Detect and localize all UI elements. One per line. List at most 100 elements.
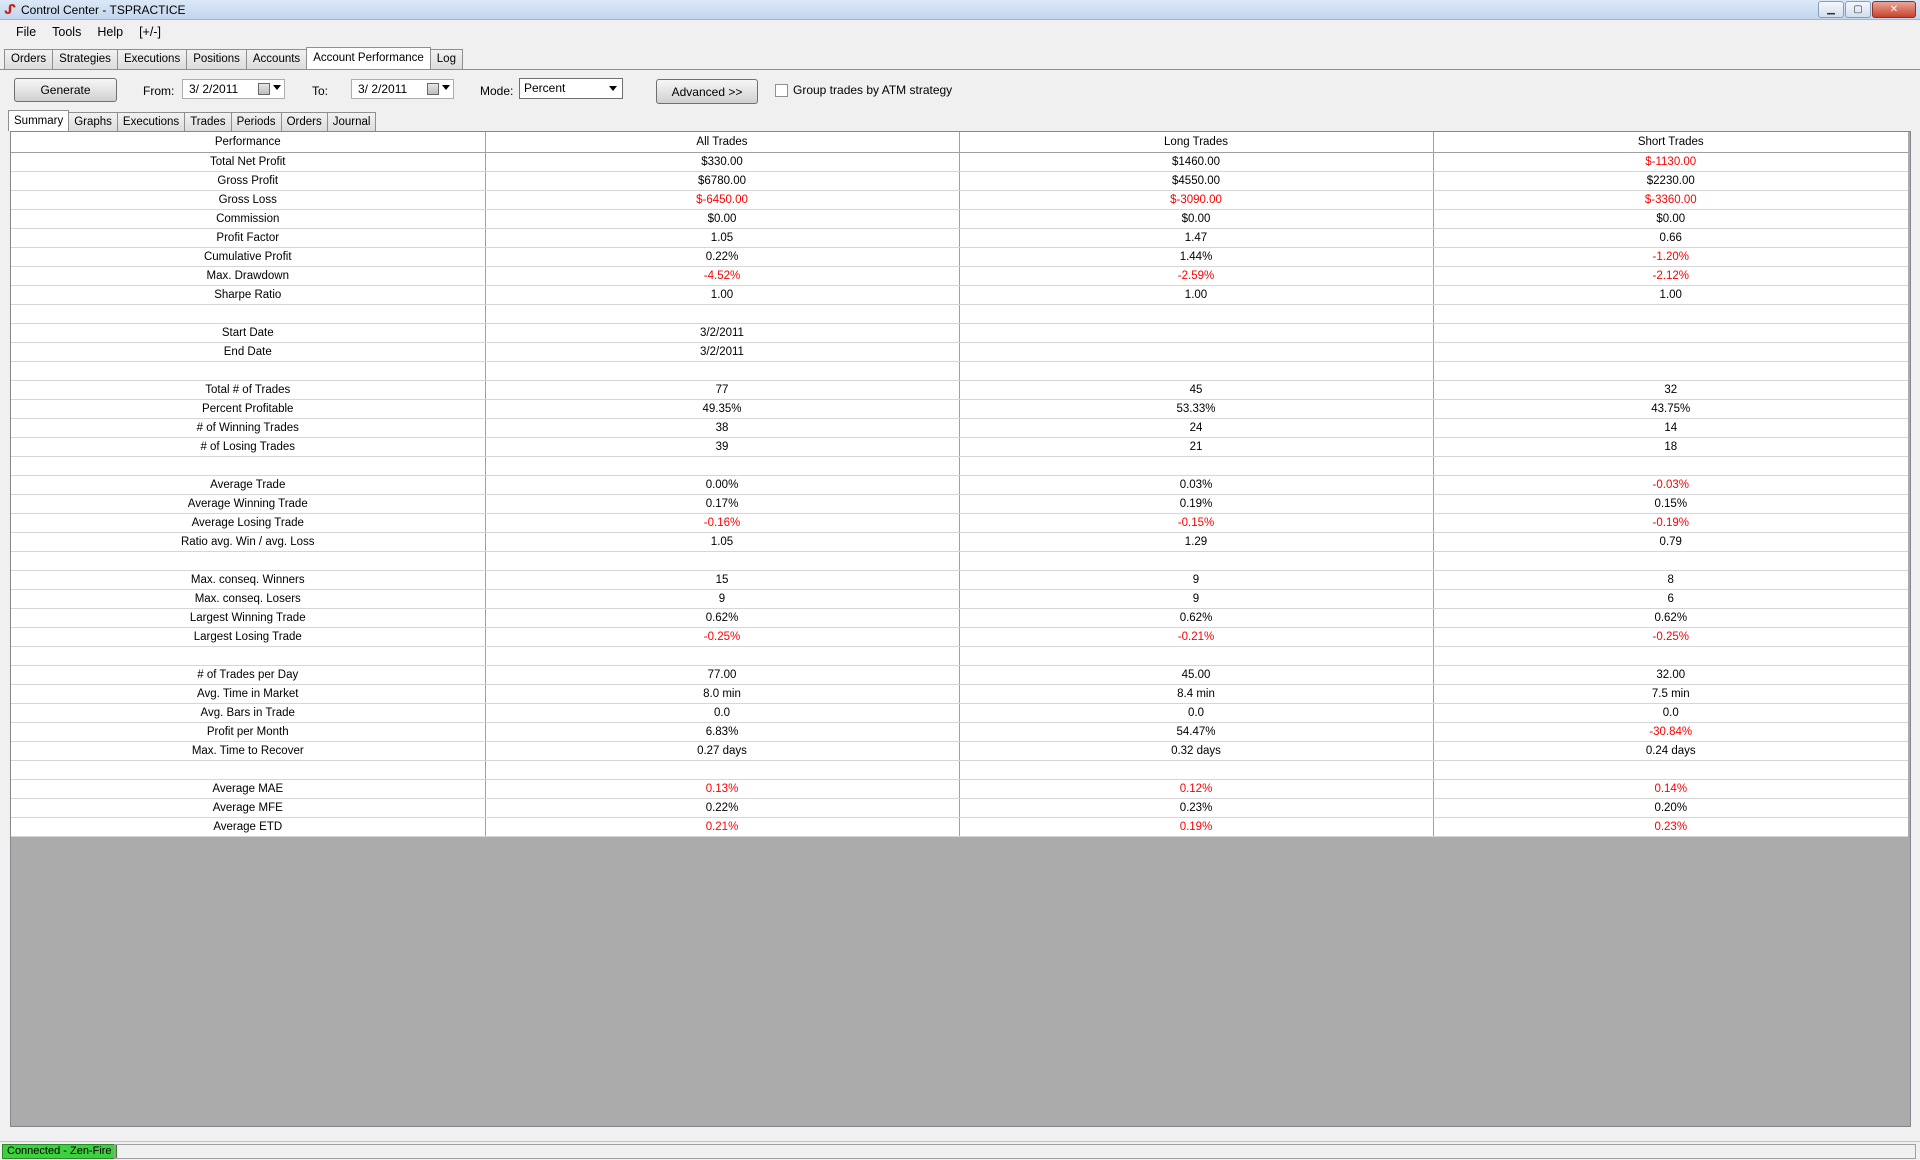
metric-label: Start Date (11, 323, 486, 343)
table-row[interactable]: Max. Time to Recover 0.27 days 0.32 days 0.… (11, 741, 1908, 761)
tab-log[interactable]: Log (429, 49, 463, 69)
tab-executions[interactable]: Executions (116, 49, 188, 69)
menu-tools[interactable]: Tools (44, 21, 89, 43)
menu-file[interactable]: File (8, 21, 44, 43)
metric-value: 32.00 (1433, 665, 1908, 685)
metric-label: Average MFE (11, 798, 486, 818)
table-row[interactable]: Ratio avg. Win / avg. Loss 1.05 1.29 0.79 (11, 532, 1908, 552)
tab-summary[interactable]: Summary (8, 110, 70, 131)
metric-value: $1460.00 (959, 152, 1434, 172)
metric-value (1433, 646, 1908, 666)
table-row[interactable]: Gross Loss $-6450.00 $-3090.00 $-3360.00 (11, 190, 1908, 210)
table-row[interactable] (11, 304, 1908, 324)
table-row[interactable]: Total Net Profit $330.00 $1460.00 $-1130.00 (11, 152, 1908, 172)
table-row[interactable]: Cumulative Profit 0.22% 1.44% -1.20% (11, 247, 1908, 267)
sub-tab-strip: Summary Graphs Executions Trades Periods… (8, 110, 377, 131)
mode-select[interactable]: Percent (519, 78, 623, 99)
metric-value: 0.12% (959, 779, 1434, 799)
table-row[interactable] (11, 361, 1908, 381)
generate-button[interactable]: Generate (14, 78, 117, 102)
metric-value: 0.0 (485, 703, 960, 723)
table-row[interactable]: Sharpe Ratio 1.00 1.00 1.00 (11, 285, 1908, 305)
tab-executions-sub[interactable]: Executions (116, 112, 186, 131)
tab-journal[interactable]: Journal (326, 112, 377, 131)
metric-value (485, 551, 960, 571)
close-icon[interactable]: ✕ (1872, 1, 1916, 18)
table-row[interactable]: Percent Profitable 49.35% 53.33% 43.75% (11, 399, 1908, 419)
chevron-down-icon[interactable] (273, 85, 281, 90)
calendar-icon[interactable] (427, 83, 439, 95)
column-header-all-trades[interactable]: All Trades (485, 132, 960, 153)
group-atm-checkbox[interactable] (775, 84, 788, 97)
maximize-icon[interactable]: ▢ (1845, 1, 1871, 18)
tab-orders-sub[interactable]: Orders (280, 112, 328, 131)
tab-account-performance[interactable]: Account Performance (306, 47, 431, 69)
chevron-down-icon[interactable] (442, 85, 450, 90)
metric-label: Total Net Profit (11, 152, 486, 172)
table-row[interactable]: Max. conseq. Winners 15 9 8 (11, 570, 1908, 590)
metric-label: Largest Winning Trade (11, 608, 486, 628)
calendar-icon[interactable] (258, 83, 270, 95)
table-row[interactable] (11, 760, 1908, 780)
menu-toggle[interactable]: [+/-] (131, 21, 169, 43)
metric-label: Avg. Bars in Trade (11, 703, 486, 723)
table-row[interactable]: Average Winning Trade 0.17% 0.19% 0.15% (11, 494, 1908, 514)
metric-value: 24 (959, 418, 1434, 438)
table-row[interactable]: Average MAE 0.13% 0.12% 0.14% (11, 779, 1908, 799)
column-header-long-trades[interactable]: Long Trades (959, 132, 1434, 153)
tab-periods[interactable]: Periods (230, 112, 282, 131)
table-row[interactable]: Commission $0.00 $0.00 $0.00 (11, 209, 1908, 229)
table-row[interactable]: Max. conseq. Losers 9 9 6 (11, 589, 1908, 609)
table-row[interactable]: Average MFE 0.22% 0.23% 0.20% (11, 798, 1908, 818)
table-row[interactable]: Total # of Trades 77 45 32 (11, 380, 1908, 400)
metric-value: 18 (1433, 437, 1908, 457)
metric-value: 45.00 (959, 665, 1434, 685)
metric-value: 43.75% (1433, 399, 1908, 419)
metric-value: 0.03% (959, 475, 1434, 495)
table-row[interactable] (11, 551, 1908, 571)
tab-accounts[interactable]: Accounts (245, 49, 308, 69)
table-row[interactable]: Largest Winning Trade 0.62% 0.62% 0.62% (11, 608, 1908, 628)
metric-label: Profit per Month (11, 722, 486, 742)
tab-orders[interactable]: Orders (4, 49, 54, 69)
column-header-short-trades[interactable]: Short Trades (1433, 132, 1908, 153)
metric-label: Avg. Time in Market (11, 684, 486, 704)
metric-value (959, 304, 1434, 324)
to-date-picker[interactable]: 3/ 2/2011 (351, 79, 454, 99)
mode-label: Mode: (480, 84, 514, 98)
table-row[interactable]: Profit Factor 1.05 1.47 0.66 (11, 228, 1908, 248)
table-row[interactable] (11, 456, 1908, 476)
table-row[interactable]: # of Winning Trades 38 24 14 (11, 418, 1908, 438)
tab-positions[interactable]: Positions (186, 49, 247, 69)
chevron-down-icon[interactable] (609, 86, 617, 91)
table-row[interactable]: Average Losing Trade -0.16% -0.15% -0.19% (11, 513, 1908, 533)
table-row[interactable]: Profit per Month 6.83% 54.47% -30.84% (11, 722, 1908, 742)
metric-value: 0.19% (959, 494, 1434, 514)
table-row[interactable]: Largest Losing Trade -0.25% -0.21% -0.25% (11, 627, 1908, 647)
table-row[interactable]: Average ETD 0.21% 0.19% 0.23% (11, 817, 1908, 837)
tab-strategies[interactable]: Strategies (52, 49, 118, 69)
menu-help[interactable]: Help (89, 21, 131, 43)
table-row[interactable]: Start Date 3/2/2011 (11, 323, 1908, 343)
metric-value: 0.19% (959, 817, 1434, 837)
tab-graphs[interactable]: Graphs (68, 112, 118, 131)
column-header-performance[interactable]: Performance (11, 132, 486, 153)
table-row[interactable]: # of Losing Trades 39 21 18 (11, 437, 1908, 457)
table-row[interactable]: End Date 3/2/2011 (11, 342, 1908, 362)
group-atm-label: Group trades by ATM strategy (793, 83, 953, 97)
metric-value: 0.66 (1433, 228, 1908, 248)
minimize-icon[interactable]: ▁ (1818, 1, 1844, 18)
metric-value: 7.5 min (1433, 684, 1908, 704)
table-row[interactable]: # of Trades per Day 77.00 45.00 32.00 (11, 665, 1908, 685)
from-date-picker[interactable]: 3/ 2/2011 (182, 79, 285, 99)
metric-label (11, 304, 486, 324)
table-row[interactable]: Avg. Time in Market 8.0 min 8.4 min 7.5 min (11, 684, 1908, 704)
advanced-button[interactable]: Advanced >> (656, 79, 758, 104)
table-row[interactable] (11, 646, 1908, 666)
table-row[interactable]: Average Trade 0.00% 0.03% -0.03% (11, 475, 1908, 495)
table-row[interactable]: Max. Drawdown -4.52% -2.59% -2.12% (11, 266, 1908, 286)
tab-trades[interactable]: Trades (184, 112, 232, 131)
metric-value: -2.59% (959, 266, 1434, 286)
table-row[interactable]: Gross Profit $6780.00 $4550.00 $2230.00 (11, 171, 1908, 191)
table-row[interactable]: Avg. Bars in Trade 0.0 0.0 0.0 (11, 703, 1908, 723)
